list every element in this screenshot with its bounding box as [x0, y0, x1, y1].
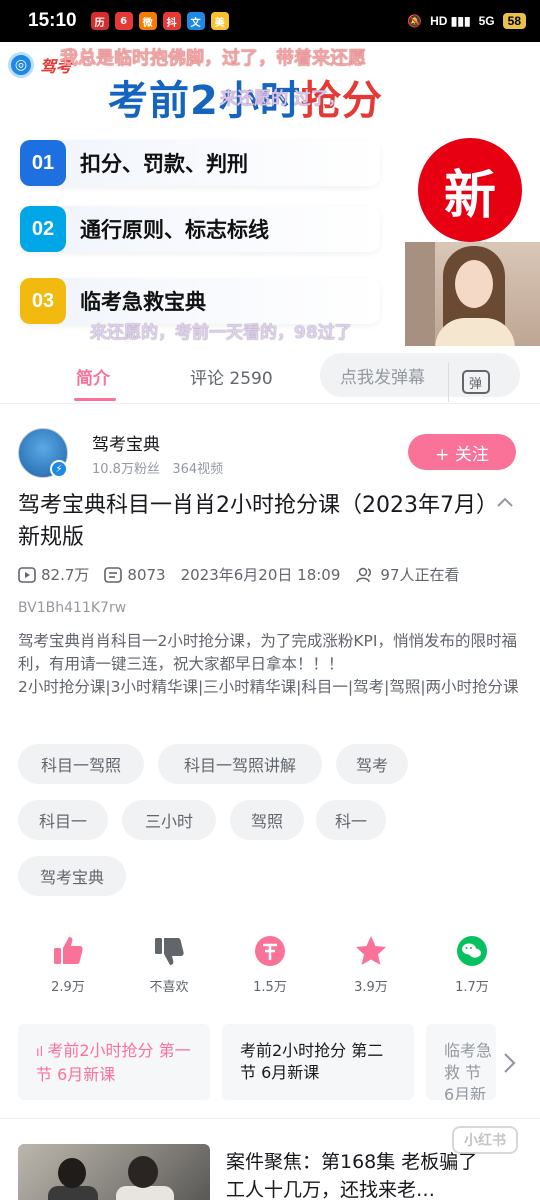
chevron-up-icon[interactable] [496, 494, 514, 512]
tag-chip[interactable]: 科目一驾照讲解 [158, 744, 322, 784]
danmaku-count-icon [104, 566, 123, 583]
like-count: 2.9万 [51, 980, 85, 995]
like-button[interactable]: 2.9万 [28, 934, 108, 995]
thumbs-up-icon [54, 937, 83, 964]
danmaku-comment: 我总是临时抱佛脚，过了，带着来还愿 [60, 48, 366, 69]
battery-icon: 58 [502, 13, 526, 29]
share-button[interactable]: 1.7万 [432, 934, 512, 995]
action-bar: 2.9万 不喜欢 1.5万 3.9万 1.7万 [0, 934, 540, 1004]
tag-chip[interactable]: 科目一 [18, 800, 108, 840]
uploader-followers: 10.8万粉丝 [92, 462, 160, 477]
app-icon-5: 文 [186, 12, 205, 30]
coin-icon [255, 936, 285, 966]
uploader-name[interactable]: 驾考宝典 [92, 430, 160, 455]
video-meta: 82.7万 8073 2023年6月20日 18:09 97人正在看 [18, 564, 475, 585]
episode-title: 考前2小时抢分 第二节 6月新课 [240, 1041, 384, 1082]
episode-title: 临考急救 节 6月新课 [444, 1041, 493, 1100]
video-title: 驾考宝典科目一肖肖2小时抢分课（2023年7月）新规版 [18, 493, 487, 550]
tag-chip[interactable]: 科目一驾照 [18, 744, 144, 784]
recommended-title: 案件聚焦：第168集 老板骗了工人十几万，还找来老… [226, 1151, 478, 1201]
tab-bar: 简介 评论 2590 点我发弹幕 弹 [0, 346, 540, 404]
recommended-thumbnail [18, 1144, 210, 1200]
watching-count: 97人正在看 [380, 566, 460, 584]
episode-item-2[interactable]: 考前2小时抢分 第二节 6月新课 [222, 1024, 414, 1100]
tag-chip[interactable]: 驾照 [230, 800, 304, 840]
description-line: 驾考宝典肖肖科目一2小时抢分课，为了完成涨粉KPI，悄悄发布的限时福利，有用请一… [18, 632, 517, 673]
danmaku-comment: 来还愿的，考前一天看的，98过了 [90, 323, 352, 343]
tag-chip[interactable]: 科一 [316, 800, 386, 840]
video-player[interactable]: ◎ 驾考 考前2小时抢分 我总是临时抱佛脚，过了，带着来还愿 来还愿的 过了， … [0, 42, 540, 346]
presenter-image [405, 242, 540, 346]
favorite-count: 3.9万 [354, 980, 388, 995]
coin-count: 1.5万 [253, 980, 287, 995]
uploader-stats: 10.8万粉丝 364视频 [92, 458, 223, 477]
tab-comments[interactable]: 评论 2590 [190, 364, 273, 389]
watching-stat: 97人正在看 [355, 564, 460, 585]
episode-list: ıl 考前2小时抢分 第一节 6月新课 考前2小时抢分 第二节 6月新课 临考急… [18, 1024, 540, 1100]
tag-chip[interactable]: 驾考 [336, 744, 408, 784]
dislike-label: 不喜欢 [149, 980, 189, 995]
tag-chip[interactable]: 三小时 [122, 800, 216, 840]
views-stat: 82.7万 [18, 564, 89, 585]
mute-icon: 🔕 [407, 14, 423, 28]
tab-underline [74, 398, 116, 401]
app-icon-6: 美 [210, 12, 229, 30]
danmu-input[interactable]: 点我发弹幕 弹 [320, 353, 520, 402]
uploader-videos: 364视频 [172, 462, 224, 477]
star-icon [356, 936, 386, 965]
danmu-toggle-button[interactable]: 弹 [448, 362, 502, 402]
signal-icon: HD ▮▮▮ [430, 14, 471, 28]
notification-icons: 历6微抖文美 [90, 12, 229, 30]
watermark-logo: 小红书 [452, 1126, 518, 1154]
app-icon-4: 抖 [162, 12, 181, 30]
status-bar: 15:10 历6微抖文美 🔕 HD ▮▮▮ 5G 58 [0, 0, 540, 42]
app-icon-2: 6 [114, 12, 133, 30]
status-time: 15:10 [28, 10, 77, 31]
cover-item-label: 扣分、罚款、判刑 [80, 152, 248, 176]
follow-button[interactable]: + 关注 [408, 434, 516, 470]
share-count: 1.7万 [455, 980, 489, 995]
views-count: 82.7万 [41, 566, 90, 584]
danmaku-stat: 8073 [104, 565, 166, 584]
app-icon-1: 历 [90, 12, 109, 30]
recommended-video[interactable]: 案件聚焦：第168集 老板骗了工人十几万，还找来老… [18, 1144, 522, 1201]
danmaku-comment: 来还愿的 过了， [220, 89, 345, 109]
episode-item-3[interactable]: 临考急救 节 6月新课 [426, 1024, 496, 1100]
new-badge: 新 [418, 138, 522, 242]
bvid: BV1Bh411K7rw [18, 600, 127, 616]
status-right: 🔕 HD ▮▮▮ 5G 58 [407, 13, 526, 29]
chevron-right-icon[interactable] [496, 1050, 522, 1076]
cover-item-2: 02 通行原则、标志标线 [20, 206, 380, 252]
play-count-icon [18, 566, 36, 583]
tab-intro[interactable]: 简介 [76, 364, 110, 389]
cover-item-label: 通行原则、标志标线 [80, 218, 269, 242]
favorite-button[interactable]: 3.9万 [331, 934, 411, 995]
cover-item-number: 03 [20, 278, 66, 324]
danmu-icon: 弹 [461, 370, 490, 394]
cover-item-1: 01 扣分、罚款、判刑 [20, 140, 380, 186]
viewers-icon [356, 567, 372, 582]
cover-item-label: 临考急救宝典 [80, 290, 206, 314]
dislike-button[interactable]: 不喜欢 [129, 934, 209, 995]
episode-title: 考前2小时抢分 第一节 6月新课 [36, 1041, 191, 1084]
cover-item-number: 02 [20, 206, 66, 252]
logo-icon: ◎ [8, 52, 34, 78]
episode-item-1[interactable]: ıl 考前2小时抢分 第一节 6月新课 [18, 1024, 210, 1100]
description-line: 2小时抢分课|3小时精华课|三小时精华课|科目一|驾考|驾照|两小时抢分课 [18, 678, 519, 696]
network-label: 5G [478, 14, 495, 28]
cover-item-number: 01 [20, 140, 66, 186]
app-icon-3: 微 [138, 12, 157, 30]
thumbs-down-icon [155, 938, 184, 965]
publish-date: 2023年6月20日 18:09 [180, 566, 341, 584]
uploader-row: ⚡ 驾考宝典 10.8万粉丝 364视频 + 关注 [18, 428, 522, 478]
wechat-icon [457, 936, 487, 966]
danmaku-count: 8073 [127, 565, 166, 584]
divider [0, 1118, 540, 1119]
tag-chip[interactable]: 驾考宝典 [18, 856, 126, 896]
coin-button[interactable]: 1.5万 [230, 934, 310, 995]
verified-icon: ⚡ [50, 460, 68, 478]
danmu-input-placeholder: 点我发弹幕 [340, 367, 425, 388]
playing-icon: ıl [36, 1045, 48, 1060]
video-description: 驾考宝典肖肖科目一2小时抢分课，为了完成涨粉KPI，悄悄发布的限时福利，有用请一… [18, 630, 523, 699]
